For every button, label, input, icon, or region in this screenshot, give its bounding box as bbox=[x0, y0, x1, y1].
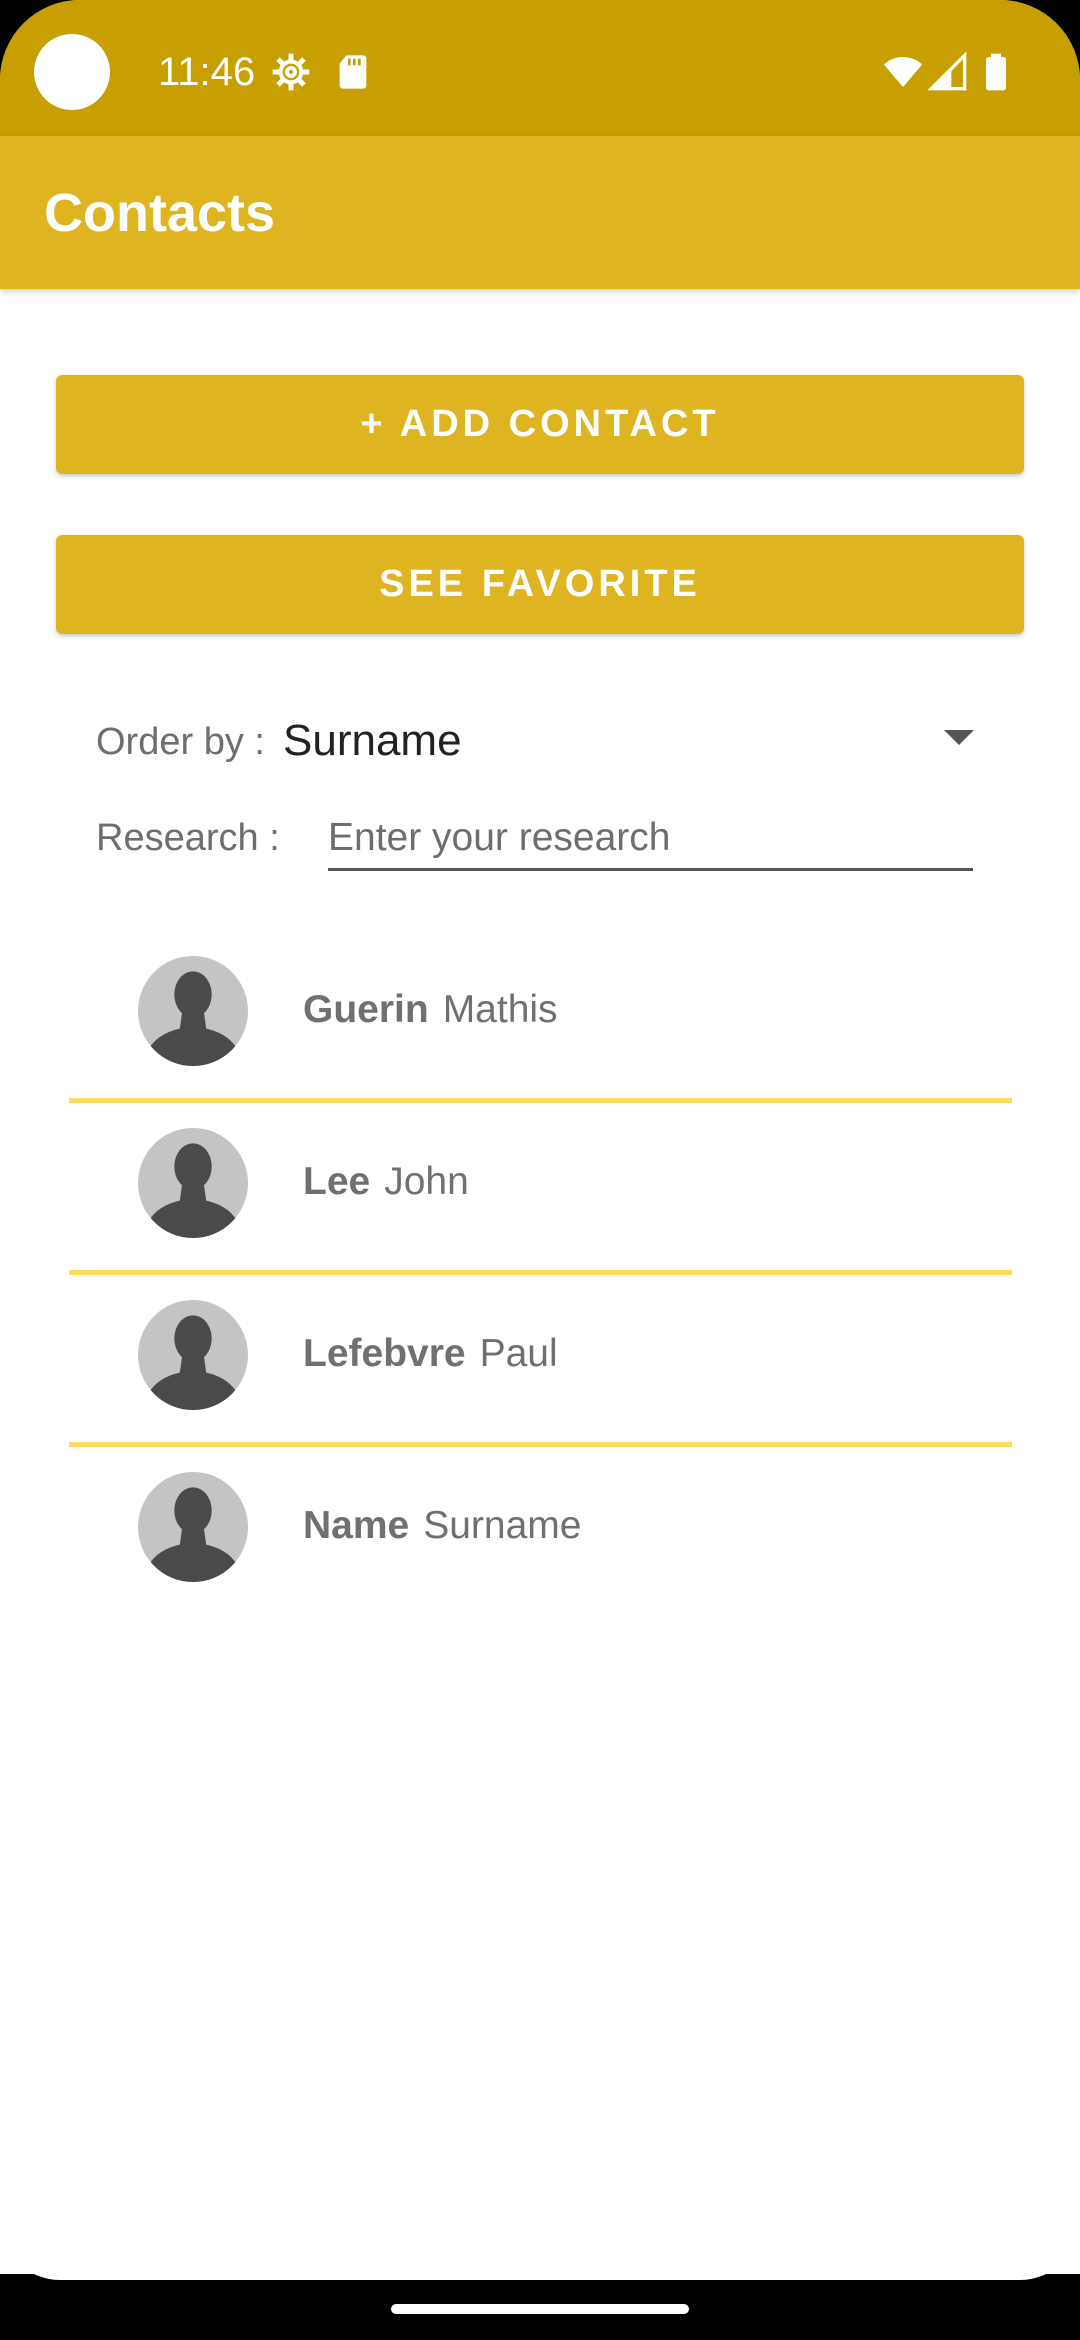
add-contact-button[interactable]: + ADD CONTACT bbox=[56, 375, 1024, 474]
contact-first-name: Mathis bbox=[442, 988, 558, 1031]
contact-surname: Name bbox=[303, 1504, 410, 1547]
contact-name: Name Surname bbox=[303, 1500, 581, 1552]
cell-signal-icon bbox=[928, 52, 967, 91]
page-title: Contacts bbox=[44, 183, 276, 243]
order-by-select[interactable]: Surname bbox=[283, 714, 462, 768]
person-silhouette-icon bbox=[138, 956, 248, 1066]
contact-item[interactable]: Lee John bbox=[69, 1098, 1012, 1275]
person-silhouette-icon bbox=[138, 1128, 248, 1238]
camera-cutout bbox=[34, 34, 110, 110]
dropdown-arrow-icon[interactable] bbox=[944, 730, 974, 745]
status-bar: 11:46 bbox=[0, 0, 1080, 136]
screen-bottom-edge bbox=[0, 2220, 1080, 2280]
order-by-label: Order by : bbox=[96, 721, 265, 763]
contact-first-name: Paul bbox=[479, 1332, 558, 1375]
research-label: Research : bbox=[96, 817, 280, 859]
see-favorite-button[interactable]: SEE FAVORITE bbox=[56, 535, 1024, 634]
sd-card-icon bbox=[339, 55, 367, 89]
contacts-screen: 11:46 Contacts + ADD CONTACT SEE FAVORIT… bbox=[0, 0, 1080, 2340]
contact-item[interactable]: Name Surname bbox=[69, 1442, 1012, 1614]
app-bar: Contacts bbox=[0, 136, 1080, 289]
contact-name: Guerin Mathis bbox=[303, 984, 558, 1036]
person-silhouette-icon bbox=[138, 1472, 248, 1582]
settings-gear-icon bbox=[272, 53, 310, 91]
contact-first-name: Surname bbox=[423, 1504, 582, 1547]
contact-item[interactable]: Lefebvre Paul bbox=[69, 1270, 1012, 1447]
status-time: 11:46 bbox=[158, 50, 256, 94]
home-indicator[interactable] bbox=[391, 2304, 689, 2314]
contact-item[interactable]: Guerin Mathis bbox=[69, 926, 1012, 1103]
battery-icon bbox=[986, 53, 1006, 91]
contact-surname: Lefebvre bbox=[303, 1332, 466, 1375]
contact-first-name: John bbox=[384, 1160, 469, 1203]
contact-surname: Lee bbox=[303, 1160, 371, 1203]
contact-name: Lee John bbox=[303, 1156, 469, 1208]
research-input[interactable] bbox=[328, 808, 973, 871]
contact-name: Lefebvre Paul bbox=[303, 1328, 558, 1380]
person-silhouette-icon bbox=[138, 1300, 248, 1410]
contact-surname: Guerin bbox=[303, 988, 429, 1031]
wifi-icon bbox=[883, 57, 923, 87]
